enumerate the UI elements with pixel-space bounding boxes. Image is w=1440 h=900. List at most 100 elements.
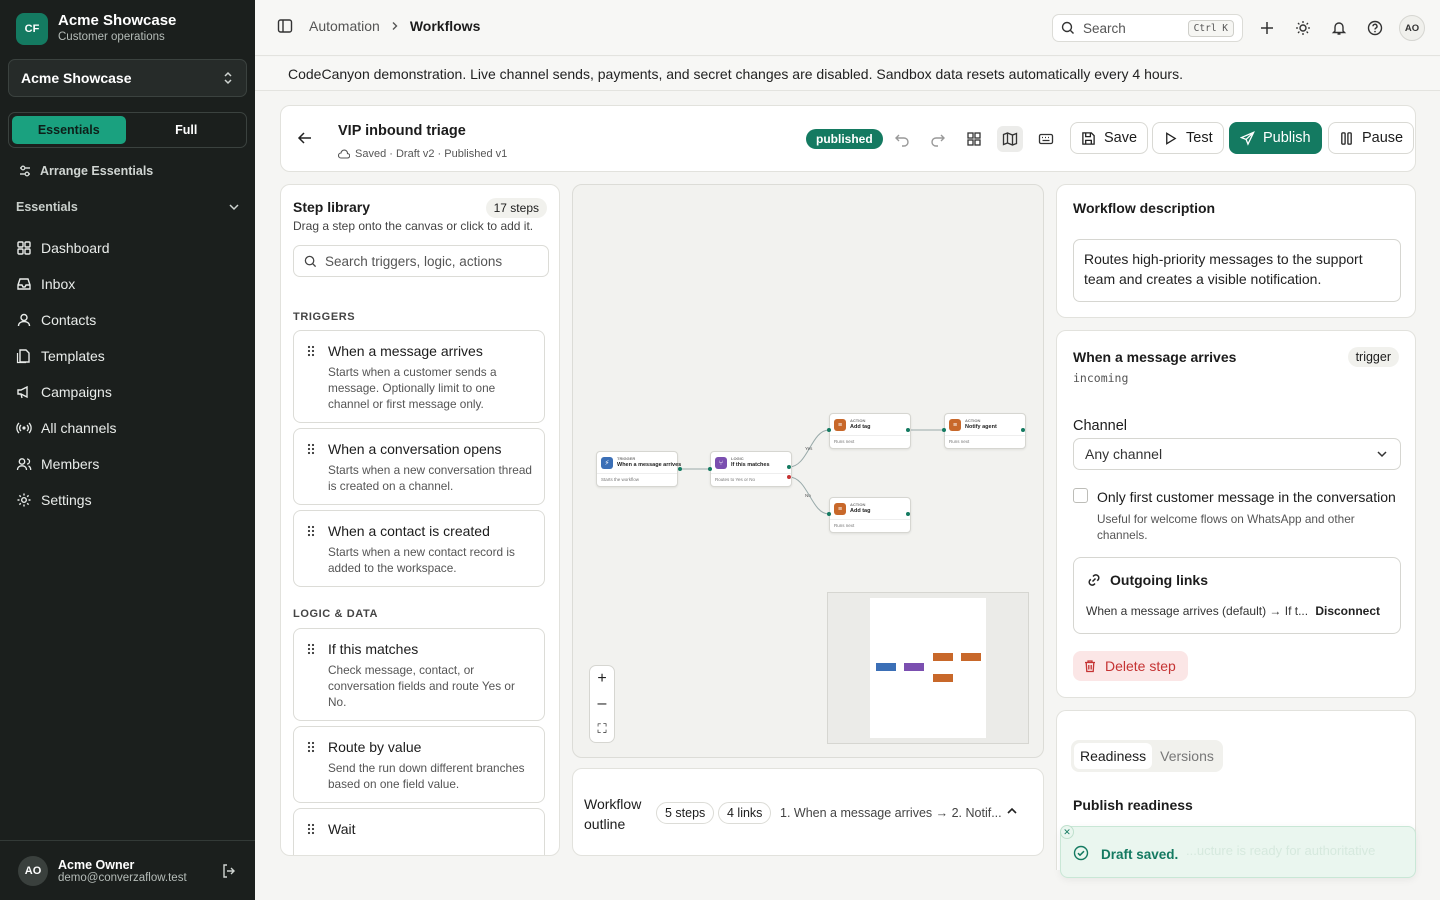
- sidebar-item-dashboard[interactable]: Dashboard: [16, 230, 240, 266]
- save-button[interactable]: Save: [1070, 122, 1149, 154]
- avatar[interactable]: AO: [18, 855, 48, 886]
- section-essentials[interactable]: Essentials: [16, 200, 240, 214]
- chevron-down-icon: [229, 204, 239, 211]
- library-step-conversation-opens[interactable]: When a conversation opens Starts when a …: [293, 428, 545, 505]
- save-label: Save: [1104, 130, 1138, 146]
- user-icon: [17, 313, 31, 327]
- library-step-wait[interactable]: Wait: [293, 808, 545, 855]
- connection-handle[interactable]: [1021, 428, 1025, 432]
- step-description: Check message, contact, or conversation …: [328, 663, 515, 709]
- workspace-switcher[interactable]: Acme Showcase: [8, 59, 247, 97]
- minimap-node: [933, 674, 953, 682]
- drag-handle-icon[interactable]: [307, 823, 315, 835]
- minimap-viewport[interactable]: [870, 598, 986, 738]
- library-step-message-arrives[interactable]: When a message arrives Starts when a cus…: [293, 330, 545, 423]
- redo-button[interactable]: [925, 126, 951, 152]
- workflow-header: VIP inbound triage Saved · Draft v2 · Pu…: [280, 105, 1416, 172]
- zoom-in-button[interactable]: +: [597, 670, 606, 687]
- arrange-essentials-link[interactable]: Arrange Essentials: [18, 164, 153, 178]
- connection-handle[interactable]: [678, 467, 682, 471]
- connection-handle[interactable]: [906, 428, 910, 432]
- tab-readiness[interactable]: Readiness: [1074, 743, 1153, 769]
- connection-handle[interactable]: [787, 475, 791, 479]
- tab-versions[interactable]: Versions: [1154, 743, 1220, 769]
- plus-icon: [1261, 22, 1273, 34]
- avatar[interactable]: AO: [1399, 15, 1425, 41]
- connection-handle[interactable]: [827, 428, 831, 432]
- action-node-icon: ≡: [834, 503, 846, 515]
- pause-button[interactable]: Pause: [1328, 122, 1415, 154]
- demo-banner: CodeCanyon demonstration. Live channel s…: [255, 57, 1440, 91]
- sidebar-toggle-icon[interactable]: [277, 18, 293, 34]
- sidebar-item-templates[interactable]: Templates: [16, 338, 240, 374]
- publish-button[interactable]: Publish: [1229, 122, 1322, 154]
- notifications-button[interactable]: [1327, 14, 1351, 42]
- canvas-node-action-add-tag[interactable]: ≡ ACTION Add tag Runs next: [829, 413, 911, 449]
- connection-handle[interactable]: [906, 512, 910, 516]
- sidebar-item-contacts[interactable]: Contacts: [16, 302, 240, 338]
- disconnect-button[interactable]: Disconnect: [1315, 604, 1380, 618]
- megaphone-icon: [17, 385, 28, 399]
- first-message-label[interactable]: Only first customer message in the conve…: [1097, 489, 1396, 505]
- step-search-input[interactable]: Search triggers, logic, actions: [293, 245, 549, 277]
- keyboard-shortcuts-button[interactable]: [1033, 126, 1059, 152]
- minimap-node: [961, 653, 981, 661]
- node-desc: Routes to Yes or No: [715, 477, 756, 482]
- channel-select[interactable]: Any channel: [1073, 438, 1401, 470]
- test-button[interactable]: Test: [1152, 122, 1224, 154]
- connection-handle[interactable]: [708, 467, 712, 471]
- breadcrumb-automation[interactable]: Automation: [309, 18, 380, 34]
- toast-close-button[interactable]: ✕: [1060, 825, 1074, 839]
- sidebar-item-all-channels[interactable]: All channels: [16, 410, 240, 446]
- sliders-icon: [20, 165, 30, 177]
- canvas-node-action-add-tag-2[interactable]: ≡ ACTION Add tag Runs next: [829, 497, 911, 533]
- minimap[interactable]: [827, 592, 1029, 744]
- library-step-contact-created[interactable]: When a contact is created Starts when a …: [293, 510, 545, 587]
- drag-handle-icon[interactable]: [307, 345, 315, 357]
- drag-handle-icon[interactable]: [307, 443, 315, 455]
- mode-full[interactable]: Full: [130, 116, 244, 144]
- library-step-if-matches[interactable]: If this matches Check message, contact, …: [293, 628, 545, 721]
- sidebar-item-inbox[interactable]: Inbox: [16, 266, 240, 302]
- connection-handle[interactable]: [942, 428, 946, 432]
- sidebar-item-members[interactable]: Members: [16, 446, 240, 482]
- minimap-toggle-button[interactable]: [997, 126, 1023, 152]
- minimap-node: [876, 663, 896, 671]
- drag-handle-icon[interactable]: [307, 525, 315, 537]
- step-title: Route by value: [328, 739, 422, 755]
- theme-toggle-button[interactable]: [1291, 14, 1315, 42]
- workflow-title[interactable]: VIP inbound triage: [338, 123, 466, 139]
- sidebar-item-campaigns[interactable]: Campaigns: [16, 374, 240, 410]
- search-shortcut: Ctrl K: [1187, 19, 1234, 37]
- undo-button[interactable]: [889, 126, 915, 152]
- global-search[interactable]: Search Ctrl K: [1052, 14, 1243, 42]
- connection-handle[interactable]: [827, 512, 831, 516]
- logout-icon[interactable]: [221, 863, 237, 879]
- drag-handle-icon[interactable]: [307, 741, 315, 753]
- step-title: When a conversation opens: [328, 441, 502, 457]
- drag-handle-icon[interactable]: [307, 643, 315, 655]
- keyboard-icon: [1038, 133, 1054, 145]
- workflow-canvas[interactable]: Yes No ⚡ TRIGGER When a message arrives …: [572, 184, 1044, 758]
- description-textarea[interactable]: Routes high-priority messages to the sup…: [1073, 239, 1401, 302]
- trigger-node-icon: ⚡: [601, 457, 613, 469]
- sidebar: CF Acme Showcase Customer operations Acm…: [0, 0, 255, 900]
- inbox-icon: [17, 278, 31, 290]
- mode-essentials[interactable]: Essentials: [12, 116, 126, 144]
- zoom-out-button[interactable]: –: [598, 695, 607, 712]
- canvas-node-trigger[interactable]: ⚡ TRIGGER When a message arrives Starts …: [596, 451, 681, 487]
- fit-view-button[interactable]: ⛶: [597, 721, 606, 737]
- add-button[interactable]: [1255, 14, 1279, 42]
- node-desc: Runs next: [834, 523, 855, 528]
- delete-step-button[interactable]: Delete step: [1073, 651, 1188, 681]
- sidebar-item-settings[interactable]: Settings: [16, 482, 240, 518]
- help-button[interactable]: [1363, 14, 1387, 42]
- layout-grid-button[interactable]: [961, 126, 987, 152]
- library-step-route-by-value[interactable]: Route by value Send the run down differe…: [293, 726, 545, 803]
- canvas-node-logic[interactable]: ⑂ LOGIC If this matches Routes to Yes or…: [710, 451, 792, 487]
- chevron-up-icon[interactable]: [1005, 804, 1019, 818]
- canvas-node-action-notify[interactable]: ≡ ACTION Notify agent Runs next: [944, 413, 1026, 449]
- back-arrow-icon[interactable]: [297, 130, 313, 146]
- first-message-checkbox[interactable]: [1073, 488, 1088, 503]
- connection-handle[interactable]: [787, 465, 791, 469]
